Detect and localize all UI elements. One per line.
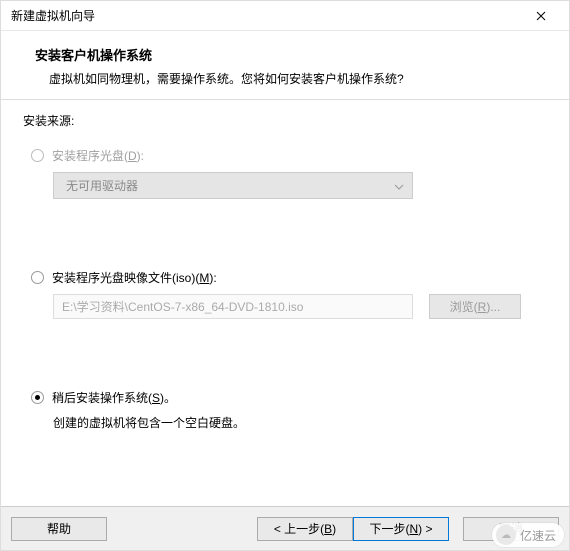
cloud-icon: ☁ [496,525,516,545]
option-group: 安装程序光盘(D): 无可用驱动器 安装程序光盘映像文件(iso)(M): E: [31,147,547,431]
browse-button[interactable]: 浏览(R)... [429,294,521,319]
watermark-text: 亿速云 [520,527,556,544]
back-button[interactable]: < 上一步(B) [257,517,353,541]
option-disc-label: 安装程序光盘(D): [52,147,144,164]
iso-path-text: E:\学习资料\CentOS-7-x86_64-DVD-1810.iso [62,298,303,315]
option-later-label: 稍后安装操作系统(S)。 [52,389,176,406]
option-disc[interactable]: 安装程序光盘(D): [31,147,547,164]
help-button[interactable]: 帮助 [11,517,107,541]
option-iso[interactable]: 安装程序光盘映像文件(iso)(M): [31,269,547,286]
close-button[interactable] [521,2,561,30]
page-subtitle: 虚拟机如同物理机，需要操作系统。您将如何安装客户机操作系统? [35,70,535,87]
button-bar: 帮助 < 上一步(B) 下一步(N) > 取消 [1,506,569,550]
option-later[interactable]: 稍后安装操作系统(S)。 [31,389,547,406]
window-title: 新建虚拟机向导 [11,7,521,24]
radio-later[interactable] [31,391,44,404]
content-area: 安装来源: 安装程序光盘(D): 无可用驱动器 安装程序光盘映像文 [1,100,569,506]
drive-combo-text: 无可用驱动器 [66,177,138,194]
radio-disc[interactable] [31,149,44,162]
iso-path-field[interactable]: E:\学习资料\CentOS-7-x86_64-DVD-1810.iso [53,294,413,319]
close-icon [536,11,546,21]
radio-iso[interactable] [31,271,44,284]
wizard-window: 新建虚拟机向导 安装客户机操作系统 虚拟机如同物理机，需要操作系统。您将如何安装… [0,0,570,551]
install-source-label: 安装来源: [23,112,547,129]
option-later-hint: 创建的虚拟机将包含一个空白硬盘。 [53,414,547,431]
wizard-header: 安装客户机操作系统 虚拟机如同物理机，需要操作系统。您将如何安装客户机操作系统? [1,31,569,99]
page-title: 安装客户机操作系统 [35,45,535,64]
titlebar: 新建虚拟机向导 [1,1,569,31]
drive-combo[interactable]: 无可用驱动器 [53,172,413,199]
option-iso-label: 安装程序光盘映像文件(iso)(M): [52,269,217,286]
next-button[interactable]: 下一步(N) > [353,517,449,541]
chevron-down-icon [394,179,404,193]
watermark: ☁ 亿速云 [492,523,564,547]
